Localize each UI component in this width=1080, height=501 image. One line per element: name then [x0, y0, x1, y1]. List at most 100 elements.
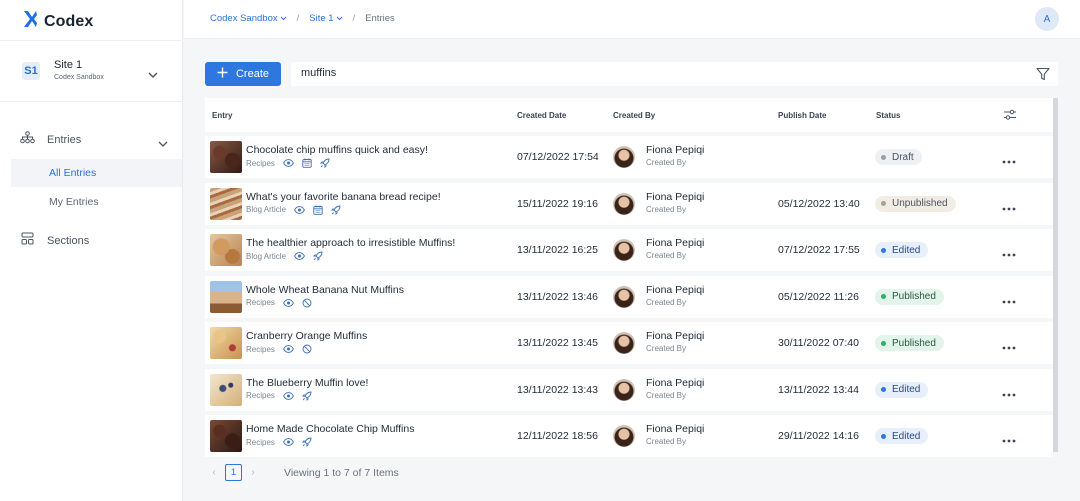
entry-type: Recipes	[246, 298, 275, 307]
breadcrumb-site[interactable]: Site 1	[309, 13, 342, 24]
publish-date: 29/11/2022 14:16	[778, 430, 859, 442]
publish-date: 05/12/2022 13:40	[778, 197, 860, 210]
status-badge: Draft	[875, 149, 922, 165]
eye-icon[interactable]	[282, 391, 294, 400]
table-row[interactable]: Cranberry Orange Muffins Recipes 13/11/202…	[205, 322, 1053, 364]
status-badge: Edited	[875, 242, 929, 258]
avatar[interactable]: A	[1035, 7, 1059, 31]
entry-title[interactable]: Whole Wheat Banana Nut Muffins	[246, 284, 404, 296]
filter-icon[interactable]	[1036, 67, 1050, 86]
entry-title[interactable]: Chocolate chip muffins quick and easy!	[246, 144, 428, 156]
created-by-name: Fiona Pepiqi	[646, 190, 705, 203]
column-header-publish-date[interactable]: Publish Date	[778, 111, 826, 120]
no-entry-icon[interactable]	[302, 298, 312, 308]
eye-icon[interactable]	[294, 252, 305, 260]
table-row[interactable]: Chocolate chip muffins quick and easy! Re…	[205, 136, 1053, 178]
create-button[interactable]: Create	[205, 62, 281, 86]
calendar-icon[interactable]	[313, 205, 323, 215]
entry-meta: Recipes	[246, 437, 312, 447]
eye-icon[interactable]	[282, 298, 294, 307]
entry-title[interactable]: The Blueberry Muffin love!	[246, 377, 368, 389]
more-options-icon[interactable]	[1002, 151, 1016, 169]
column-header-entry[interactable]: Entry	[212, 111, 232, 120]
status-dot	[881, 201, 886, 206]
entry-title[interactable]: Cranberry Orange Muffins	[246, 330, 367, 342]
more-options-icon[interactable]	[1002, 244, 1016, 262]
rocket-icon[interactable]	[313, 251, 323, 261]
breadcrumb: Codex Sandbox / Site 1 / Entries	[210, 13, 395, 24]
more-options-icon[interactable]	[1002, 337, 1016, 355]
status-label: Published	[892, 291, 936, 302]
status-dot	[881, 247, 886, 253]
entry-type: Recipes	[246, 344, 275, 354]
created-by-name: Fiona Pepiqi	[646, 237, 705, 249]
entry-thumbnail	[210, 234, 242, 266]
entry-title[interactable]: What's your favorite banana bread recipe…	[246, 191, 441, 203]
site-switcher[interactable]: S1 Site 1 Codex Sandbox	[0, 40, 183, 102]
prev-page-icon[interactable]: ‹	[205, 467, 223, 478]
created-date: 12/11/2022 18:56	[517, 430, 598, 442]
entry-type: Blog Article	[246, 251, 287, 261]
pagination-info: Viewing 1 to 7 of 7 Items	[284, 466, 399, 479]
status-dot	[881, 433, 886, 439]
sections-icon	[20, 232, 35, 250]
sidebar-item-sections[interactable]: Sections	[20, 232, 89, 250]
next-page-icon[interactable]: ›	[244, 467, 262, 478]
breadcrumb-org[interactable]: Codex Sandbox	[210, 13, 287, 24]
status-badge: Published	[875, 288, 944, 305]
eye-icon[interactable]	[282, 159, 294, 167]
column-header-created-date[interactable]: Created Date	[517, 111, 566, 120]
calendar-icon[interactable]	[302, 158, 312, 168]
created-by-label: Created By	[646, 344, 687, 353]
rocket-icon[interactable]	[301, 391, 312, 401]
table-row[interactable]: What's your favorite banana bread recipe…	[205, 182, 1053, 225]
site-badge: S1	[22, 62, 40, 80]
avatar	[613, 239, 635, 261]
created-by-label: Created By	[646, 297, 687, 307]
table-row[interactable]: Home Made Chocolate Chip Muffins Recipes 1…	[205, 415, 1053, 457]
created-by-name: Fiona Pepiqi	[646, 376, 705, 389]
avatar	[613, 425, 635, 447]
created-date: 07/12/2022 17:54	[517, 151, 599, 163]
entry-meta: Recipes	[246, 391, 312, 401]
more-options-icon[interactable]	[1002, 291, 1016, 309]
column-settings-icon[interactable]	[1003, 108, 1017, 126]
created-date: 13/11/2022 16:25	[517, 244, 598, 256]
sidebar-item-entries[interactable]: Entries	[20, 131, 170, 149]
more-options-icon[interactable]	[1002, 198, 1016, 216]
entry-title[interactable]: Home Made Chocolate Chip Muffins	[246, 423, 414, 435]
breadcrumb-separator: /	[296, 13, 300, 24]
entry-title[interactable]: The healthier approach to irresistible M…	[246, 237, 455, 249]
chevron-down-icon	[336, 16, 342, 21]
column-header-status[interactable]: Status	[876, 111, 900, 120]
entries-table: Entry Created Date Created By Publish Da…	[205, 98, 1058, 457]
eye-icon[interactable]	[282, 345, 294, 353]
rocket-icon[interactable]	[319, 158, 330, 168]
search-input[interactable]	[301, 67, 1001, 79]
table-row[interactable]: The Blueberry Muffin love! Recipes 13/11/2…	[205, 368, 1053, 411]
no-entry-icon[interactable]	[302, 344, 312, 354]
created-by-label: Created By	[646, 204, 687, 214]
created-by-name: Fiona Pepiqi	[646, 423, 705, 435]
sidebar-item-label: Sections	[47, 235, 90, 247]
publish-date: 30/11/2022 07:40	[778, 337, 859, 349]
more-options-icon[interactable]	[1002, 384, 1016, 402]
table-row[interactable]: Whole Wheat Banana Nut Muffins Recipes 13/…	[205, 275, 1053, 318]
breadcrumb-org-label: Codex Sandbox	[210, 13, 278, 24]
rocket-icon[interactable]	[331, 205, 341, 215]
table-scrollbar[interactable]	[1053, 98, 1058, 452]
column-header-created-by[interactable]: Created By	[613, 111, 655, 120]
created-date: 15/11/2022 19:16	[517, 197, 598, 210]
eye-icon[interactable]	[282, 438, 294, 446]
entry-thumbnail	[210, 280, 242, 313]
sidebar-item-my-entries[interactable]: My Entries	[11, 188, 182, 216]
status-dot	[881, 340, 886, 346]
eye-icon[interactable]	[294, 205, 305, 214]
rocket-icon[interactable]	[301, 437, 312, 447]
logo[interactable]: Codex	[22, 10, 93, 33]
table-row[interactable]: The healthier approach to irresistible M…	[205, 229, 1053, 271]
page-number[interactable]: 1	[225, 464, 242, 481]
more-options-icon[interactable]	[1002, 430, 1016, 448]
sidebar-item-all-entries[interactable]: All Entries	[11, 159, 182, 187]
codex-logo-icon	[22, 10, 38, 33]
